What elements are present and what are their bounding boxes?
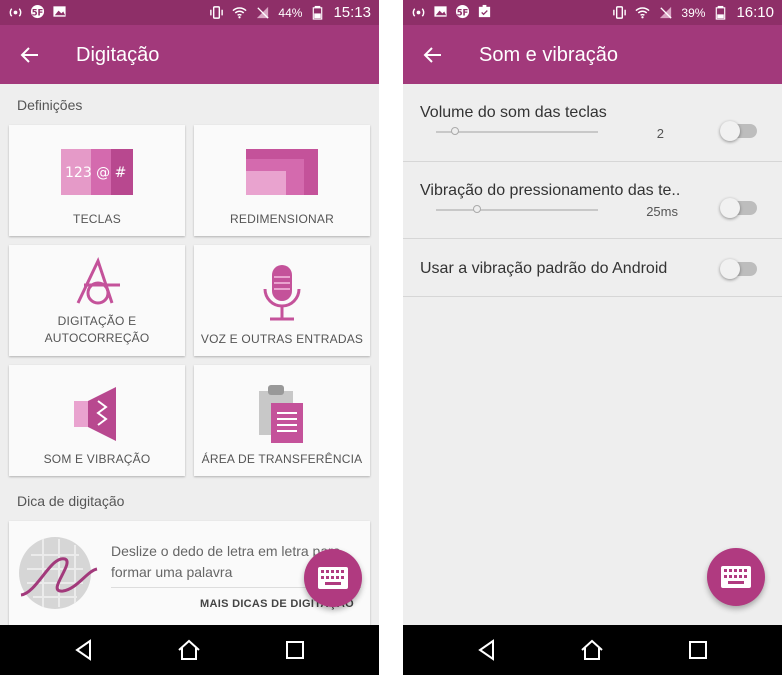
swipe-gesture-icon [19, 537, 98, 609]
hotspot-icon [411, 4, 426, 19]
no-signal-icon [255, 5, 270, 20]
toggle-thumb [720, 121, 740, 141]
back-arrow-icon[interactable] [421, 43, 445, 67]
setting-default-vibration[interactable]: Usar a vibração padrão do Android [403, 239, 782, 297]
keyboard-fab[interactable] [707, 548, 765, 606]
nav-home-icon[interactable] [580, 638, 604, 662]
keyboard-icon [721, 566, 751, 588]
clock: 16:10 [736, 4, 774, 21]
tile-typing-autocorrect[interactable]: DIGITAÇÃO E AUTOCORREÇÃO [9, 245, 185, 356]
page-title: Digitação [76, 44, 160, 66]
image-icon [433, 4, 448, 19]
back-arrow-icon[interactable] [18, 43, 42, 67]
sync-icon: 5F [30, 4, 45, 19]
vibrate-icon [612, 5, 627, 20]
setting-key-sound-volume-title: Volume do som das teclas [420, 104, 607, 121]
key-sound-volume-slider[interactable] [436, 131, 598, 133]
tile-typing-label-1: DIGITAÇÃO E [57, 314, 137, 328]
nav-recents-icon[interactable] [283, 638, 307, 662]
setting-keypress-vibration[interactable]: Vibração do pressionamento das te.. 25ms [403, 162, 782, 239]
wifi-icon [635, 5, 651, 20]
keyboard-icon [318, 567, 348, 589]
page-title: Som e vibração [479, 44, 618, 66]
key-sound-volume-slider-thumb[interactable] [451, 127, 460, 135]
vibrate-icon [209, 5, 224, 20]
tile-keys-label: TECLAS [73, 212, 121, 226]
app-bar: Digitação [0, 25, 379, 84]
definitions-heading: Definições [17, 97, 83, 113]
setting-default-vibration-title: Usar a vibração padrão do Android [420, 260, 668, 277]
tile-resize-label: REDIMENSIONAR [230, 212, 334, 226]
battery-icon [713, 5, 728, 20]
clipboard-icon [194, 383, 370, 445]
keys-icon: 123 @ # [9, 149, 185, 195]
navigation-bar [403, 625, 782, 675]
tile-clipboard-label: ÁREA DE TRANSFERÊNCIA [201, 452, 363, 466]
nav-back-icon[interactable] [72, 638, 96, 662]
speaker-icon [9, 385, 185, 443]
app-bar: Som e vibração [403, 25, 782, 84]
no-signal-icon [658, 5, 673, 20]
battery-level: 44% [278, 5, 303, 20]
hotspot-icon [8, 4, 23, 19]
key-sound-toggle[interactable] [720, 121, 757, 141]
screen-typing-settings: 5F 44% 15:13 Digitação Definições 123 @ … [0, 0, 379, 675]
nav-recents-icon[interactable] [686, 638, 710, 662]
wifi-icon [232, 5, 248, 20]
tile-resize[interactable]: REDIMENSIONAR [194, 125, 370, 236]
status-bar: 5F 44% 15:13 [0, 0, 379, 25]
screen-sound-vibration: 5F 39% 16:10 Som e vibração Volume do so… [403, 0, 782, 675]
keypress-vibration-slider[interactable] [436, 209, 598, 211]
keypress-vibration-value: 25ms [646, 204, 678, 219]
tile-voice-label: VOZ E OUTRAS ENTRADAS [200, 332, 364, 346]
image-icon [52, 4, 67, 19]
toggle-thumb [720, 198, 740, 218]
nav-back-icon[interactable] [475, 638, 499, 662]
tile-clipboard[interactable]: ÁREA DE TRANSFERÊNCIA [194, 365, 370, 476]
battery-icon [310, 5, 325, 20]
tile-typing-label-2: AUTOCORREÇÃO [44, 331, 150, 345]
clock: 15:13 [333, 4, 371, 21]
tile-sound-vibration[interactable]: SOM E VIBRAÇÃO [9, 365, 185, 476]
svg-text:5F: 5F [457, 7, 469, 17]
keys-icon-text: 123 @ # [65, 165, 126, 181]
default-vibration-toggle[interactable] [720, 259, 757, 279]
typing-autocorrect-icon [9, 257, 185, 307]
nav-home-icon[interactable] [177, 638, 201, 662]
tile-voice-input[interactable]: VOZ E OUTRAS ENTRADAS [194, 245, 370, 356]
setting-key-sound-volume[interactable]: Volume do som das teclas 2 [403, 84, 782, 162]
battery-level: 39% [681, 5, 706, 20]
status-bar: 5F 39% 16:10 [403, 0, 782, 25]
navigation-bar [0, 625, 379, 675]
keypress-vibration-slider-thumb[interactable] [472, 205, 481, 213]
key-sound-volume-value: 2 [656, 126, 664, 141]
svg-text:5F: 5F [32, 7, 44, 17]
task-icon [477, 4, 492, 19]
sync-icon: 5F [455, 4, 470, 19]
typing-tip-heading: Dica de digitação [17, 493, 125, 509]
keypress-vibration-toggle[interactable] [720, 198, 757, 218]
tile-keys[interactable]: 123 @ # TECLAS [9, 125, 185, 236]
setting-keypress-vibration-title: Vibração do pressionamento das te.. [420, 182, 681, 199]
keyboard-fab[interactable] [304, 549, 362, 607]
resize-icon [194, 149, 370, 195]
microphone-icon [194, 263, 370, 323]
tile-sound-label: SOM E VIBRAÇÃO [43, 452, 151, 466]
toggle-thumb [720, 259, 740, 279]
